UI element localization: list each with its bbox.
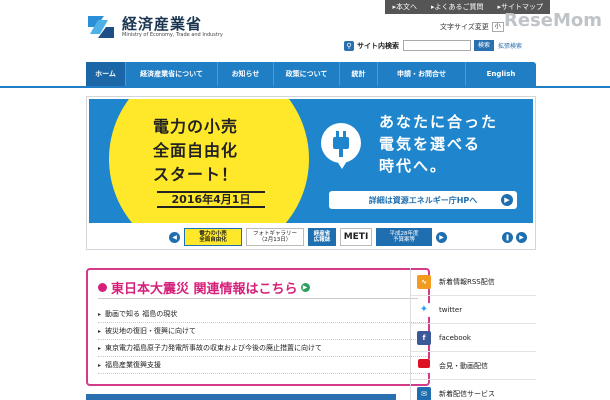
search-label: サイト内検索 <box>357 41 399 50</box>
list-item[interactable]: 被災地の復旧・復興に向けて <box>98 323 428 340</box>
list-item[interactable]: 東京電力福島原子力発電所事故の収束および今後の廃止措置に向けて <box>98 340 428 357</box>
divider <box>98 298 418 299</box>
nav-english[interactable]: English <box>466 62 536 86</box>
sidebar-item-label: facebook <box>439 333 471 342</box>
nav-about[interactable]: 経済産業省について <box>126 62 218 86</box>
earthquake-info-box: 東日本大震災 関連情報はこちら ▶ 動画で知る 福島の現状 被災地の復旧・復興に… <box>86 268 430 386</box>
meti-logo-icon <box>86 12 116 42</box>
watermark: ReseMom <box>503 10 602 31</box>
sidebar-item-label: twitter <box>439 305 463 314</box>
hero-line-3: スタート！ <box>153 165 239 184</box>
font-size-small-button[interactable]: 小 <box>491 22 504 32</box>
hero-message: あなたに合った 電気を選べる 時代へ。 <box>379 111 498 177</box>
sidebar-item-rss[interactable]: ∿ 新着情報RSS配信 <box>411 268 536 296</box>
hero-message-1: あなたに合った <box>379 113 499 131</box>
energy-agency-link-button[interactable]: 詳細は資源エネルギー庁HPへ ▶ <box>329 191 517 209</box>
site-search: ⚲ サイト内検索 検索 拡張検索 <box>344 40 522 51</box>
font-size-control: 文字サイズ変更 小 <box>440 22 504 32</box>
sidebar-item-label: 新着情報RSS配信 <box>439 277 495 286</box>
skip-to-content-link[interactable]: 本文へ <box>385 0 424 14</box>
arrow-right-icon: ▶ <box>300 283 310 292</box>
earthquake-links: 動画で知る 福島の現状 被災地の復旧・復興に向けて 東京電力福島原子力発電所事故… <box>98 306 428 374</box>
thumb-meti-journal[interactable]: METI <box>340 228 372 246</box>
sidebar-links: ∿ 新着情報RSS配信 ✦ twitter f facebook 会見・動画配信… <box>410 268 536 400</box>
search-icon: ⚲ <box>344 40 354 51</box>
carousel-thumbnails: ◀ 電力の小売 全面自由化 フォトギャラリー （2月13日） 経産省 広報誌 M… <box>89 227 533 247</box>
facebook-icon: f <box>417 330 431 345</box>
youtube-icon <box>417 358 431 373</box>
advanced-search-link[interactable]: 拡張検索 <box>498 41 522 50</box>
list-item[interactable]: 動画で知る 福島の現状 <box>98 306 428 323</box>
font-size-label: 文字サイズ変更 <box>440 23 489 31</box>
search-button[interactable]: 検索 <box>474 40 495 51</box>
thumb-pr-magazine[interactable]: 経産省 広報誌 <box>308 228 336 246</box>
hero-line-1: 電力の小売 <box>153 117 239 136</box>
logo-title: 経済産業省 <box>122 14 203 33</box>
logo-subtitle: Ministry of Economy, Trade and Industry <box>122 31 223 38</box>
plug-icon <box>321 123 361 169</box>
nav-underline <box>0 86 610 88</box>
hero-message-3: 時代へ。 <box>379 157 448 175</box>
earthquake-title: 東日本大震災 関連情報はこちら <box>111 282 298 297</box>
nav-statistics[interactable]: 統計 <box>340 62 378 86</box>
thumb-budget[interactable]: 平成28年度 予算案等 <box>376 228 432 246</box>
sidebar-item-facebook[interactable]: f facebook <box>411 324 536 352</box>
carousel-play-button[interactable]: ▶ <box>516 231 527 243</box>
site-logo[interactable]: 経済産業省 Ministry of Economy, Trade and Ind… <box>86 12 223 42</box>
rss-icon: ∿ <box>417 274 431 289</box>
thumb-photo-gallery[interactable]: フォトギャラリー （2月13日） <box>246 228 304 246</box>
hero-date: 2016年4月1日 <box>157 191 265 208</box>
bullet-icon <box>98 283 107 292</box>
carousel-pause-button[interactable]: ❚ <box>502 231 513 243</box>
hero-line-2: 全面自由化 <box>153 141 239 160</box>
hero-carousel: 電力の小売 全面自由化 スタート！ 2016年4月1日 あなたに合った 電気を選… <box>86 96 536 250</box>
search-input[interactable] <box>403 40 471 51</box>
global-nav: ホーム 経済産業省について お知らせ 政策について 統計 申請・お問合せ Eng… <box>86 62 536 86</box>
nav-news[interactable]: お知らせ <box>218 62 274 86</box>
sidebar-item-label: 新着配信サービス <box>439 389 495 398</box>
carousel-next-button[interactable]: ▶ <box>436 231 447 243</box>
nav-contact[interactable]: 申請・お問合せ <box>378 62 466 86</box>
sidebar-item-video[interactable]: 会見・動画配信 <box>411 352 536 380</box>
earthquake-title-link[interactable]: 東日本大震災 関連情報はこちら ▶ <box>98 278 310 297</box>
twitter-icon: ✦ <box>417 302 431 317</box>
sidebar-item-mail[interactable]: ✉ 新着配信サービス <box>411 380 536 400</box>
bottom-section-bar <box>86 394 396 400</box>
hero-message-2: 電気を選べる <box>379 135 482 153</box>
sidebar-item-label: 会見・動画配信 <box>439 361 488 370</box>
thumb-electricity[interactable]: 電力の小売 全面自由化 <box>184 228 242 246</box>
nav-home[interactable]: ホーム <box>86 62 126 86</box>
list-item[interactable]: 福島産業復興支援 <box>98 357 428 374</box>
mail-icon: ✉ <box>417 386 431 400</box>
sidebar-item-twitter[interactable]: ✦ twitter <box>411 296 536 324</box>
hero-banner[interactable]: 電力の小売 全面自由化 スタート！ 2016年4月1日 あなたに合った 電気を選… <box>89 99 533 223</box>
chevron-right-icon: ▶ <box>501 194 513 206</box>
energy-agency-link-label: 詳細は資源エネルギー庁HPへ <box>368 195 478 205</box>
carousel-prev-button[interactable]: ◀ <box>169 231 180 243</box>
faq-link[interactable]: よくあるご質問 <box>424 0 491 14</box>
nav-policy[interactable]: 政策について <box>274 62 340 86</box>
